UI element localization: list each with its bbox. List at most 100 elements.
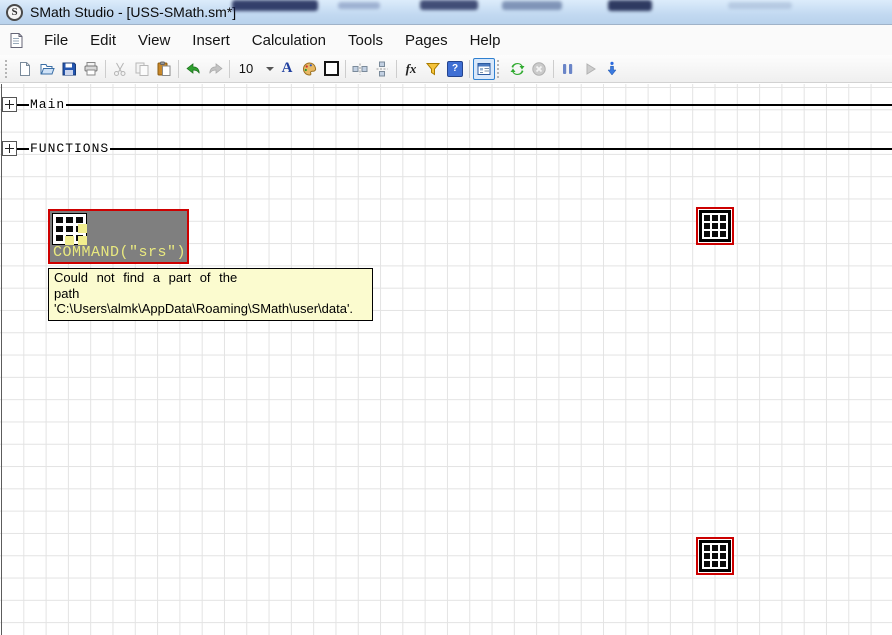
pause-icon [563,63,573,74]
toolbar-separator [229,59,230,78]
titlebar-artifact [232,0,318,11]
print-button[interactable] [80,58,102,80]
titlebar-artifact [502,1,562,10]
expand-main-button[interactable] [2,97,17,112]
help-book-icon: ? [447,60,463,77]
section-main: Main [2,97,892,112]
section-functions-label: FUNCTIONS [30,141,110,156]
side-panel-toggle[interactable] [473,57,495,80]
toolbar: 10 A fx ? [0,55,892,83]
matrix-icon[interactable] [52,213,87,245]
menu-bar: File Edit View Insert Calculation Tools … [0,25,892,55]
step-down-arrow-icon [607,61,617,75]
font-size-select[interactable]: 10 [235,61,274,76]
page-left-edge [1,84,2,635]
menu-item-calculation[interactable]: Calculation [241,32,337,49]
titlebar-artifact [728,2,792,9]
insert-function-button[interactable]: fx [400,58,422,80]
cut-button[interactable] [109,58,131,80]
section-rule [110,147,892,150]
open-button[interactable] [36,58,58,80]
pause-button[interactable] [557,58,579,80]
document-icon[interactable] [8,32,25,49]
side-panel-icon [477,62,491,75]
function-icon: fx [405,60,417,76]
clipboard-paste-icon [157,61,171,76]
interrupt-button[interactable] [528,58,550,80]
floppy-disk-icon [62,62,76,75]
toolbar-separator [553,59,554,78]
border-button[interactable] [320,58,342,80]
window-title: SMath Studio - [USS-SMath.sm*] [30,4,237,20]
open-folder-icon [40,63,55,74]
border-square-icon [323,61,339,76]
menu-item-help[interactable]: Help [459,32,512,49]
toolbar-separator [178,59,179,78]
undo-arrow-icon [185,62,200,74]
vertical-separator-button[interactable] [371,58,393,80]
redo-arrow-icon [208,62,223,74]
redo-button[interactable] [204,58,226,80]
menu-item-file[interactable]: File [33,32,79,49]
toolbar-grip[interactable] [497,59,502,78]
reference-book-button[interactable]: ? [444,58,466,80]
undo-button[interactable] [182,58,204,80]
menu-item-pages[interactable]: Pages [394,32,459,49]
play-triangle-icon [586,62,596,75]
worksheet-canvas[interactable]: Main FUNCTIONS COMMAND("srs") Could not … [0,84,892,635]
stop-circle-icon [532,61,546,76]
play-button[interactable] [579,58,601,80]
error-tooltip: Could not find a part of the path 'C:\Us… [48,268,373,321]
font-color-button[interactable]: A [276,58,298,80]
toolbar-separator [396,59,397,78]
copy-icon [135,62,149,76]
tooltip-line: path [54,285,80,301]
toolbar-separator [345,59,346,78]
section-rule [17,103,29,106]
section-rule [17,147,29,150]
font-size-value: 10 [238,61,254,76]
selection-handle[interactable] [78,224,87,233]
paste-button[interactable] [153,58,175,80]
section-main-label: Main [30,97,66,112]
tooltip-line: Could not find a part of the [54,270,238,285]
step-button[interactable] [601,58,623,80]
copy-button[interactable] [131,58,153,80]
palette-icon [302,61,316,76]
section-rule [66,103,892,106]
titlebar-artifact [338,2,380,9]
save-button[interactable] [58,58,80,80]
vertical-separator-icon [376,61,388,76]
command-region[interactable]: COMMAND("srs") [48,209,189,264]
plus-icon [5,100,14,109]
matrix-icon [699,540,731,572]
scissors-icon [114,62,126,76]
filter-button[interactable] [422,58,444,80]
new-page-icon [20,61,30,76]
tooltip-line: 'C:\Users\almk\AppData\Roaming\SMath\use… [54,301,354,316]
matrix-element-top[interactable] [696,207,734,245]
titlebar-artifact [608,0,652,11]
menu-item-view[interactable]: View [127,32,181,49]
matrix-element-bottom[interactable] [696,537,734,575]
horizontal-separator-icon [352,63,368,74]
matrix-icon [699,210,731,242]
refresh-icon [510,62,524,75]
funnel-icon [425,62,441,75]
horizontal-separator-button[interactable] [349,58,371,80]
menu-item-tools[interactable]: Tools [337,32,394,49]
toolbar-grip[interactable] [5,59,10,78]
printer-icon [84,61,98,75]
section-functions: FUNCTIONS [2,141,892,156]
chevron-down-icon[interactable] [266,66,274,71]
expand-functions-button[interactable] [2,141,17,156]
app-logo-icon: S [6,3,23,21]
titlebar-artifact [420,0,478,10]
menu-item-edit[interactable]: Edit [79,32,127,49]
plus-icon [5,144,14,153]
new-button[interactable] [14,58,36,80]
menu-item-insert[interactable]: Insert [181,32,241,49]
smath-studio-window: S SMath Studio - [USS-SMath.sm*] File Ed… [0,0,892,635]
recalculate-button[interactable] [506,58,528,80]
background-color-button[interactable] [298,58,320,80]
